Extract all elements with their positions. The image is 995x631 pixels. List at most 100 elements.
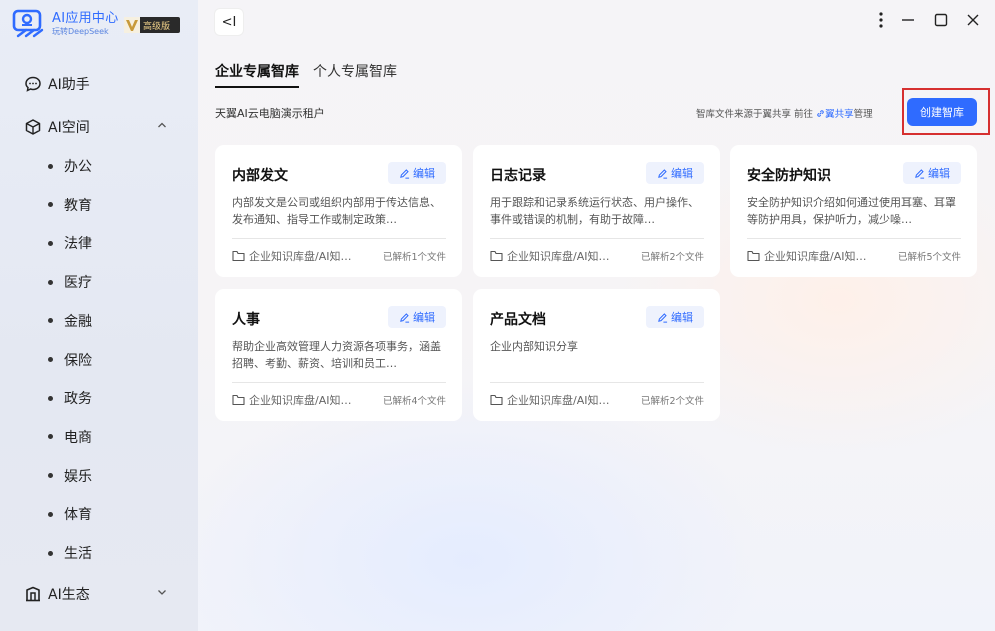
library-card[interactable]: 人事 编辑 帮助企业高效管理人力资源各项事务，涵盖招聘、考勤、薪资、培训和员工… 企业… [215,289,462,421]
sidebar-item-category[interactable]: 金融 [48,311,92,331]
minimize-icon[interactable] [898,10,918,30]
bullet-dot [48,357,53,362]
more-menu-icon[interactable] [871,10,891,30]
source-note-prefix: 智库文件来源于翼共享 前往 [696,109,814,120]
card-title: 安全防护知识 [747,168,831,184]
card-footer: 企业知识库盘/AI知… 已解析5个文件 [747,248,961,264]
tab-enterprise-library[interactable]: 企业专属智库 [215,61,299,88]
card-path: 企业知识库盘/AI知… [507,394,610,407]
card-footer: 企业知识库盘/AI知… 已解析4个文件 [232,392,446,408]
sidebar-item-category[interactable]: 教育 [48,195,92,215]
vip-badge: 高级版 [124,17,180,33]
edit-button[interactable]: 编辑 [646,162,704,184]
sidebar-item-category[interactable]: 生活 [48,543,92,563]
sidebar-item-label: 娱乐 [64,468,92,485]
folder-icon [747,250,760,262]
card-path: 企业知识库盘/AI知… [507,250,610,263]
edit-icon [400,312,410,323]
link-icon [817,110,824,117]
edit-icon [658,312,668,323]
card-title: 产品文档 [490,312,546,328]
logo-icon [12,9,44,38]
close-icon[interactable] [963,10,983,30]
folder-icon [490,250,503,262]
edit-label: 编辑 [928,167,950,180]
logo-subtitle: 玩转DeepSeek [52,27,109,36]
card-path: 企业知识库盘/AI知… [249,394,352,407]
edit-icon [400,168,410,179]
app-logo[interactable]: AI应用中心 玩转DeepSeek [12,9,119,39]
card-file-count: 已解析2个文件 [640,252,704,263]
library-card[interactable]: 内部发文 编辑内部发文是公司或组织内部用于传达信息、发布通知、指导工作或制定政策…… [215,145,462,277]
edit-icon [658,168,668,179]
library-tabs: 企业专属智库 个人专属智库 [215,61,411,88]
folder-icon [232,250,245,262]
edit-label: 编辑 [413,311,435,324]
sidebar-item-label: 保险 [64,352,92,369]
edit-icon [915,168,925,179]
sidebar-item-category[interactable]: 电商 [48,427,92,447]
sidebar-item-label: 法律 [64,236,92,253]
sidebar-item-label: 政务 [64,391,92,408]
cube-icon [25,119,41,135]
library-card[interactable]: 安全防护知识 编辑安全防护知识介绍如何通过使用耳塞、耳罩等防护用具，保护听力，减少… [730,145,977,277]
card-title: 内部发文 [232,168,288,184]
card-divider [232,238,446,239]
bullet-dot [48,473,53,479]
sidebar-item-category[interactable]: 医疗 [48,272,92,292]
library-card[interactable]: 日志记录 编辑用于跟踪和记录系统运行状态、用户操作、事件或错误的机制，有助于故障…… [473,145,720,277]
card-description: 安全防护知识介绍如何通过使用耳塞、耳罩等防护用具，保护听力，减少噪… [747,196,956,226]
card-divider [747,238,961,239]
edit-button[interactable]: 编辑 [646,306,704,328]
source-note: 智库文件来源于翼共享 前往 翼共享管理 [696,106,873,120]
edit-label: 编辑 [671,311,693,324]
nav-ai-assistant-label: AI助手 [48,77,90,93]
sidebar-item-label: 教育 [64,197,92,214]
edit-button[interactable]: 编辑 [388,162,446,184]
sidebar-item-category[interactable]: 保险 [48,350,92,370]
bullet-dot [48,550,53,556]
card-footer: 企业知识库盘/AI知… 已解析1个文件 [232,248,446,264]
sidebar-item-category[interactable]: 娱乐 [48,466,92,486]
bullet-dot [48,163,53,169]
sidebar-item-category[interactable]: 体育 [48,504,92,524]
bullet-dot [48,511,53,517]
card-file-count: 已解析1个文件 [382,252,446,263]
edit-button[interactable]: 编辑 [903,162,961,184]
tab-personal-library[interactable]: 个人专属智库 [313,61,397,88]
main-area: <I 企业专属智库 个人专属智库 天翼AI云电脑演示租户 智库文件来源于翼共享 … [198,0,995,631]
sidebar-item-label: 金融 [64,313,92,330]
card-title: 日志记录 [490,168,546,184]
share-link[interactable]: 翼共享 [825,109,854,120]
sidebar-item-label: 医疗 [64,275,92,292]
sidebar-item-label: 电商 [64,429,92,446]
card-file-count: 已解析2个文件 [640,396,704,407]
bullet-dot [48,202,53,208]
sidebar-item-category[interactable]: 办公 [48,156,92,176]
card-description: 内部发文是公司或组织内部用于传达信息、发布通知、指导工作或制定政策… [232,196,441,226]
edit-label: 编辑 [671,167,693,180]
chevron-up-icon[interactable] [156,119,168,131]
collapse-sidebar-button[interactable]: <I [215,9,243,35]
library-card[interactable]: 产品文档 编辑企业内部知识分享企业知识库盘/AI知… 已解析2个文件 [473,289,720,421]
card-divider [490,382,704,383]
vip-v-icon [124,17,140,33]
edit-button[interactable]: 编辑 [388,306,446,328]
logo-title: AI应用中心 [52,11,119,26]
card-description: 用于跟踪和记录系统运行状态、用户操作、事件或错误的机制，有助于故障… [490,196,699,226]
card-path: 企业知识库盘/AI知… [764,250,867,263]
card-file-count: 已解析5个文件 [897,252,961,263]
nav-ai-ecosystem[interactable]: AI生态 [24,584,166,604]
card-description: 企业内部知识分享 [490,340,578,353]
card-path: 企业知识库盘/AI知… [249,250,352,263]
create-library-button[interactable]: 创建智库 [907,98,977,126]
card-divider [490,238,704,239]
maximize-icon[interactable] [931,10,951,30]
nav-ai-space[interactable]: AI空间 [24,117,166,137]
nav-ai-assistant[interactable]: AI助手 [24,74,90,94]
bullet-dot [48,434,53,440]
sidebar-item-category[interactable]: 政务 [48,388,92,408]
chevron-down-icon[interactable] [156,586,168,598]
sidebar-item-category[interactable]: 法律 [48,233,92,253]
nav-ai-space-label: AI空间 [48,120,90,136]
